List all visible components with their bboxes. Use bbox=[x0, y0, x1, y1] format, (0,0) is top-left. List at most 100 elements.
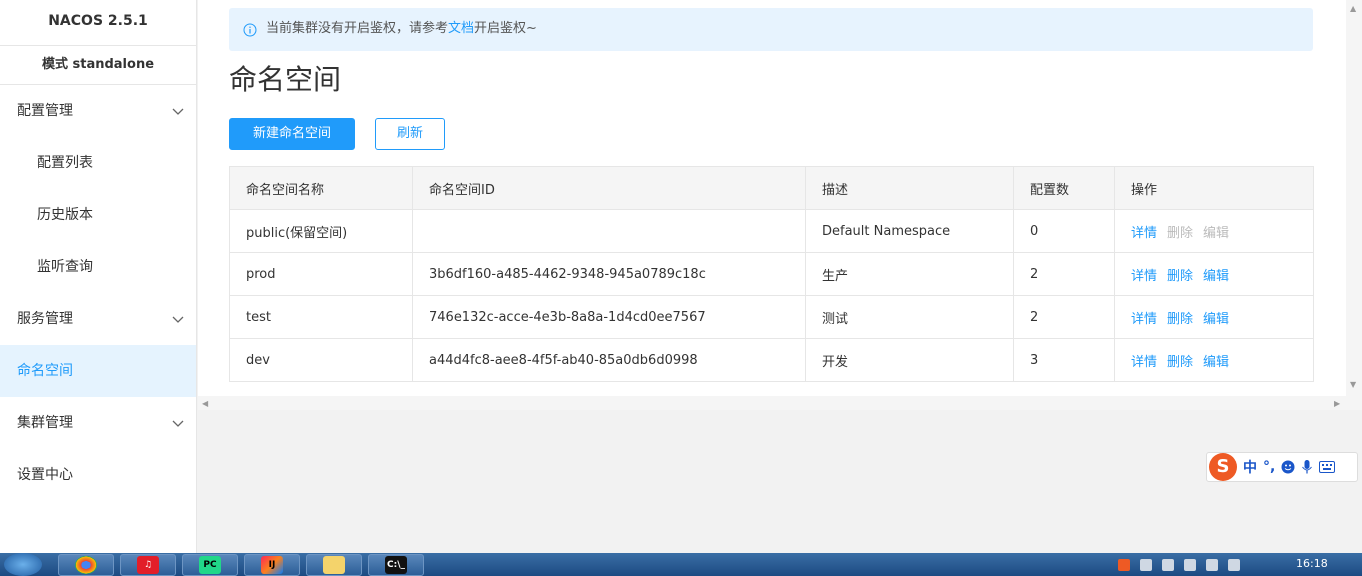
delete-link[interactable]: 删除 bbox=[1167, 269, 1193, 284]
table-row: test 746e132c-acce-4e3b-8a8a-1d4cd0ee756… bbox=[229, 295, 1314, 339]
taskbar-chrome[interactable] bbox=[58, 554, 114, 576]
column-header-count: 配置数 bbox=[1013, 166, 1115, 210]
info-icon bbox=[243, 23, 257, 37]
cell-desc: Default Namespace bbox=[805, 209, 1014, 253]
chrome-icon bbox=[75, 556, 97, 574]
sidebar: NACOS 2.5.1 模式 standalone 配置管理 配置列表 历史版本… bbox=[0, 0, 197, 553]
sidebar-item-cluster-management[interactable]: 集群管理 bbox=[0, 397, 196, 449]
detail-link[interactable]: 详情 bbox=[1131, 312, 1157, 327]
taskbar-cmd[interactable]: C:\_ bbox=[368, 554, 424, 576]
cell-name: public(保留空间) bbox=[229, 209, 413, 253]
taskbar-netease-music[interactable]: ♫ bbox=[120, 554, 176, 576]
microphone-icon[interactable] bbox=[1301, 459, 1313, 475]
cell-desc: 开发 bbox=[805, 338, 1014, 382]
namespace-table: 命名空间名称 命名空间ID 描述 配置数 操作 public(保留空间) Def… bbox=[229, 166, 1314, 382]
cell-desc: 测试 bbox=[805, 295, 1014, 339]
detail-link[interactable]: 详情 bbox=[1131, 226, 1157, 241]
start-button[interactable] bbox=[4, 553, 42, 576]
sidebar-item-label: 历史版本 bbox=[37, 207, 93, 223]
scroll-right-icon[interactable]: ▶ bbox=[1334, 399, 1340, 408]
detail-link[interactable]: 详情 bbox=[1131, 269, 1157, 284]
cell-count: 2 bbox=[1013, 252, 1115, 296]
chevron-down-icon bbox=[172, 108, 184, 115]
notice-suffix: 开启鉴权~ bbox=[474, 21, 537, 36]
cell-ops: 详情 删除 编辑 bbox=[1114, 209, 1314, 253]
sidebar-item-label: 设置中心 bbox=[17, 467, 73, 483]
sogou-tray-icon[interactable] bbox=[1118, 559, 1130, 571]
taskbar-pycharm[interactable]: PC bbox=[182, 554, 238, 576]
sidebar-item-service-management[interactable]: 服务管理 bbox=[0, 293, 196, 345]
network-icon[interactable] bbox=[1184, 559, 1196, 571]
intellij-icon: IJ bbox=[261, 556, 283, 574]
cell-count: 2 bbox=[1013, 295, 1115, 339]
signal-icon[interactable] bbox=[1228, 559, 1240, 571]
detail-link[interactable]: 详情 bbox=[1131, 355, 1157, 370]
cell-name: test bbox=[229, 295, 413, 339]
edit-link[interactable]: 编辑 bbox=[1203, 312, 1229, 327]
edit-link[interactable]: 编辑 bbox=[1203, 355, 1229, 370]
main-content: 当前集群没有开启鉴权，请参考文档开启鉴权~ 命名空间 新建命名空间 刷新 命名空… bbox=[198, 0, 1346, 396]
sogou-logo-icon[interactable]: S bbox=[1209, 453, 1237, 481]
netease-music-icon: ♫ bbox=[137, 556, 159, 574]
auth-notice: 当前集群没有开启鉴权，请参考文档开启鉴权~ bbox=[229, 8, 1313, 51]
taskbar-intellij[interactable]: IJ bbox=[244, 554, 300, 576]
sidebar-item-label: 服务管理 bbox=[17, 311, 73, 327]
delete-link[interactable]: 删除 bbox=[1167, 355, 1193, 370]
sidebar-item-namespace[interactable]: 命名空间 bbox=[0, 345, 196, 397]
chevron-down-icon bbox=[172, 316, 184, 323]
sidebar-item-label: 配置管理 bbox=[17, 103, 73, 119]
ime-lang-toggle[interactable]: 中 bbox=[1243, 457, 1257, 477]
column-header-name: 命名空间名称 bbox=[229, 166, 413, 210]
ime-punct-toggle[interactable]: °, bbox=[1263, 459, 1275, 475]
column-header-id: 命名空间ID bbox=[412, 166, 806, 210]
table-row: prod 3b6df160-a485-4462-9348-945a0789c18… bbox=[229, 252, 1314, 296]
delete-link[interactable]: 删除 bbox=[1167, 312, 1193, 327]
horizontal-scrollbar[interactable]: ◀ ▶ bbox=[198, 396, 1346, 410]
sidebar-item-listener-query[interactable]: 监听查询 bbox=[0, 241, 196, 293]
pycharm-icon: PC bbox=[199, 556, 221, 574]
ime-toolbar[interactable]: S 中 °, bbox=[1206, 452, 1358, 482]
mode-label: 模式 standalone bbox=[0, 46, 196, 85]
vertical-scrollbar[interactable]: ▲ ▼ bbox=[1346, 0, 1362, 410]
sidebar-item-label: 集群管理 bbox=[17, 415, 73, 431]
notice-text: 当前集群没有开启鉴权，请参考文档开启鉴权~ bbox=[266, 19, 537, 39]
sidebar-item-label: 监听查询 bbox=[37, 259, 93, 275]
sidebar-item-config-management[interactable]: 配置管理 bbox=[0, 85, 196, 137]
refresh-button[interactable]: 刷新 bbox=[375, 118, 445, 150]
taskbar-explorer[interactable] bbox=[306, 554, 362, 576]
cell-id: a44d4fc8-aee8-4f5f-ab40-85a0db6d0998 bbox=[412, 338, 806, 382]
edit-link[interactable]: 编辑 bbox=[1203, 269, 1229, 284]
sidebar-item-config-list[interactable]: 配置列表 bbox=[0, 137, 196, 189]
flag-icon[interactable] bbox=[1206, 559, 1218, 571]
emoji-icon[interactable] bbox=[1281, 460, 1295, 474]
column-header-desc: 描述 bbox=[805, 166, 1014, 210]
system-tray bbox=[1118, 559, 1240, 571]
volume-icon[interactable] bbox=[1162, 559, 1174, 571]
docs-link[interactable]: 文档 bbox=[448, 21, 474, 36]
scroll-up-icon[interactable]: ▲ bbox=[1350, 4, 1356, 13]
scroll-left-icon[interactable]: ◀ bbox=[202, 399, 208, 408]
clock[interactable]: 16:18 bbox=[1296, 557, 1328, 570]
page-title: 命名空间 bbox=[229, 63, 342, 96]
sidebar-item-settings[interactable]: 设置中心 bbox=[0, 449, 196, 501]
taskbar: ♫ PC IJ C:\_ 16:18 bbox=[0, 553, 1362, 576]
keyboard-icon[interactable] bbox=[1319, 460, 1336, 474]
cell-id: 3b6df160-a485-4462-9348-945a0789c18c bbox=[412, 252, 806, 296]
cell-desc: 生产 bbox=[805, 252, 1014, 296]
cell-ops: 详情 删除 编辑 bbox=[1114, 252, 1314, 296]
cell-count: 3 bbox=[1013, 338, 1115, 382]
chevron-down-icon bbox=[172, 420, 184, 427]
sidebar-item-label: 命名空间 bbox=[17, 363, 73, 379]
table-header-row: 命名空间名称 命名空间ID 描述 配置数 操作 bbox=[229, 166, 1314, 210]
folder-icon bbox=[323, 556, 345, 574]
tray-icon[interactable] bbox=[1140, 559, 1152, 571]
new-namespace-button[interactable]: 新建命名空间 bbox=[229, 118, 355, 150]
cell-ops: 详情 删除 编辑 bbox=[1114, 338, 1314, 382]
edit-link: 编辑 bbox=[1203, 225, 1230, 241]
cell-ops: 详情 删除 编辑 bbox=[1114, 295, 1314, 339]
cell-id: 746e132c-acce-4e3b-8a8a-1d4cd0ee7567 bbox=[412, 295, 806, 339]
cmd-icon: C:\_ bbox=[385, 556, 407, 574]
scroll-down-icon[interactable]: ▼ bbox=[1350, 380, 1356, 389]
cell-id bbox=[412, 209, 806, 253]
sidebar-item-history[interactable]: 历史版本 bbox=[0, 189, 196, 241]
